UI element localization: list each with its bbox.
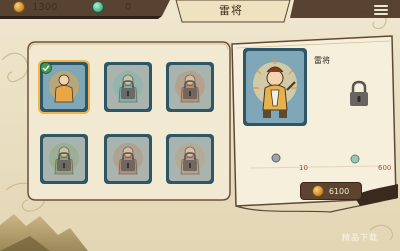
hero-card[interactable]	[40, 134, 88, 184]
stat-left-value: 10	[299, 164, 308, 172]
health-stat-icon	[350, 154, 360, 164]
price-amount: 6100	[328, 186, 350, 196]
hero-selection-screen: 1300 0 雷将 雷将 10 600 6100 精品下载	[0, 0, 400, 251]
hero-name: 雷将	[314, 56, 330, 65]
gem-amount: 0	[125, 1, 132, 13]
hero-card[interactable]	[104, 62, 152, 112]
gold-coin-icon	[312, 186, 323, 196]
buy-button[interactable]: 6100	[300, 182, 362, 200]
padlock-icon	[350, 80, 368, 106]
locked-hero-portrait	[166, 134, 214, 184]
hero-card[interactable]	[104, 134, 152, 184]
green-check-icon	[40, 62, 52, 74]
attack-stat-icon	[271, 153, 281, 163]
locked-hero-portrait	[166, 62, 214, 112]
coin-amount: 1300	[32, 1, 58, 13]
hero-card[interactable]	[38, 60, 90, 114]
hero-card[interactable]	[166, 134, 214, 184]
watermark-text: 精品下载	[342, 233, 378, 242]
locked-hero-portrait	[104, 62, 152, 112]
background-art	[0, 0, 400, 251]
selected-hero-portrait	[243, 48, 307, 126]
menu-button[interactable]	[370, 1, 392, 19]
locked-hero-portrait	[104, 134, 152, 184]
coin-counter: 1300	[14, 0, 57, 14]
gold-coin-icon	[14, 2, 24, 12]
gem-counter: 0	[93, 0, 131, 14]
page-title: 雷将	[219, 4, 243, 17]
jade-gem-icon	[93, 2, 103, 12]
hero-card[interactable]	[166, 62, 214, 112]
locked-hero-portrait	[40, 134, 88, 184]
stat-right-value: 600	[378, 164, 392, 172]
